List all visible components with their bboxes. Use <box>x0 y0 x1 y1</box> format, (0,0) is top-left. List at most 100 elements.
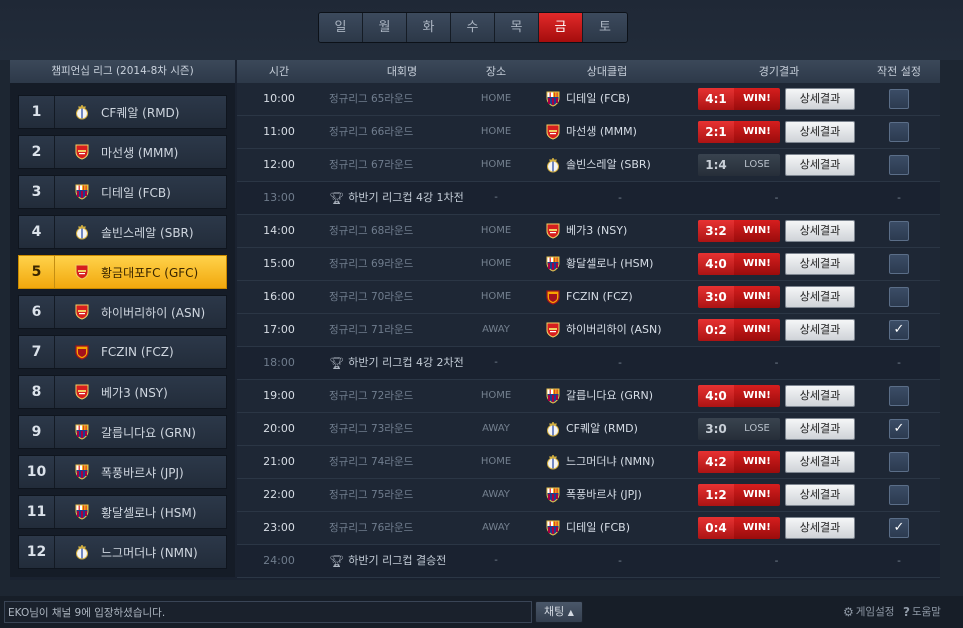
match-opponent: 느그머더냐 (NMN) <box>545 446 695 478</box>
match-competition: 정규리그 65라운드 <box>329 93 414 105</box>
tactics-checkbox[interactable] <box>889 89 909 109</box>
match-competition: 정규리그 75라운드 <box>329 489 414 501</box>
tactics-checkbox[interactable] <box>889 287 909 307</box>
standings-row[interactable]: 8 베가3 (NSY) <box>18 375 227 409</box>
day-tab[interactable]: 토 <box>583 13 627 42</box>
game-settings-link[interactable]: ⚙ 게임설정 <box>843 603 894 621</box>
chat-input[interactable] <box>4 601 532 623</box>
match-venue: HOME <box>480 159 512 170</box>
detail-result-button[interactable]: 상세결과 <box>785 385 855 407</box>
match-result: 0:4 WIN! <box>698 517 780 539</box>
tactics-checkbox[interactable] <box>889 386 909 406</box>
gear-icon: ⚙ <box>843 605 854 619</box>
standings-row[interactable]: 3 디테일 (FCB) <box>18 175 227 209</box>
match-competition: 정규리그 73라운드 <box>329 423 414 435</box>
standings-row[interactable]: 10 폭풍바르샤 (JPJ) <box>18 455 227 489</box>
standings-row[interactable]: 7 FCZIN (FCZ) <box>18 335 227 369</box>
tactics-checkbox[interactable] <box>889 485 909 505</box>
standings-rank: 11 <box>19 496 55 528</box>
match-score: 4:2 <box>698 451 734 473</box>
tactics-checkbox[interactable]: ✓ <box>889 419 909 439</box>
help-link[interactable]: ? 도움말 <box>903 603 941 621</box>
standings-row[interactable]: 12 느그머더냐 (NMN) <box>18 535 227 569</box>
tactics-checkbox[interactable]: ✓ <box>889 320 909 340</box>
day-tab[interactable]: 일 <box>319 13 363 42</box>
column-header-opponent: 상대클럽 <box>586 65 628 78</box>
tactics-checkbox[interactable]: ✓ <box>889 518 909 538</box>
detail-result-button[interactable]: 상세결과 <box>785 517 855 539</box>
match-time: 23:00 <box>263 521 295 534</box>
standings-row[interactable]: 1 CF퀘알 (RMD) <box>18 95 227 129</box>
standings-rank: 6 <box>19 296 55 328</box>
tactics-checkbox[interactable] <box>889 452 909 472</box>
barca-crest-icon <box>545 487 561 503</box>
match-row: 20:00 정규리그 73라운드 AWAY CF퀘알 (RMD) 3:0 LOSE 상세결과… <box>237 413 940 446</box>
standings-row[interactable]: 5 황금대포FC (GFC) <box>18 255 227 289</box>
barca-crest-icon <box>74 504 90 520</box>
day-tab[interactable]: 수 <box>451 13 495 42</box>
match-outcome: WIN! <box>743 126 771 137</box>
real-crest-icon <box>545 421 561 437</box>
detail-result-button[interactable]: 상세결과 <box>785 484 855 506</box>
match-venue: HOME <box>480 291 512 302</box>
day-tab[interactable]: 화 <box>407 13 451 42</box>
detail-result-button[interactable]: 상세결과 <box>785 253 855 275</box>
day-tab[interactable]: 월 <box>363 13 407 42</box>
arsenal-crest-icon <box>545 124 561 140</box>
detail-result-button[interactable]: 상세결과 <box>785 286 855 308</box>
match-competition: 정규리그 68라운드 <box>329 225 414 237</box>
day-tab[interactable]: 목 <box>495 13 539 42</box>
standings-team-name: CF퀘알 (RMD) <box>101 105 180 120</box>
standings-rank: 10 <box>19 456 55 488</box>
tactics-checkbox[interactable] <box>889 155 909 175</box>
match-time: 17:00 <box>263 323 295 336</box>
standings-row[interactable]: 9 갈릅니다요 (GRN) <box>18 415 227 449</box>
tactics-checkbox[interactable] <box>889 254 909 274</box>
day-tab[interactable]: 금 <box>539 13 583 42</box>
detail-result-button[interactable]: 상세결과 <box>785 121 855 143</box>
chat-button[interactable]: 채팅 ▲ <box>535 601 583 623</box>
match-score: 4:0 <box>698 253 734 275</box>
match-outcome: WIN! <box>743 489 771 500</box>
standings-row[interactable]: 4 솔빈스레알 (SBR) <box>18 215 227 249</box>
detail-result-button[interactable]: 상세결과 <box>785 418 855 440</box>
column-header-venue: 장소 <box>485 65 507 78</box>
opponent-name: 디테일 (FCB) <box>566 521 630 534</box>
match-row: 23:00 정규리그 76라운드 AWAY 디테일 (FCB) 0:4 WIN! 상세결과 ✓ <box>237 512 940 545</box>
match-time: 15:00 <box>263 257 295 270</box>
standings-rank: 3 <box>19 176 55 208</box>
standings-row[interactable]: 11 황달셀로나 (HSM) <box>18 495 227 529</box>
standings-team-name: 황달셀로나 (HSM) <box>101 505 197 520</box>
match-venue: HOME <box>480 225 512 236</box>
match-venue: HOME <box>480 93 512 104</box>
standings-row[interactable]: 2 마선생 (MMM) <box>18 135 227 169</box>
standings-row[interactable]: 6 하이버리하이 (ASN) <box>18 295 227 329</box>
match-competition: 정규리그 70라운드 <box>329 291 414 303</box>
detail-result-button[interactable]: 상세결과 <box>785 319 855 341</box>
detail-result-button[interactable]: 상세결과 <box>785 88 855 110</box>
opponent-name: 마선생 (MMM) <box>566 125 637 138</box>
match-result: 3:2 WIN! <box>698 220 780 242</box>
match-score: 3:0 <box>705 422 727 436</box>
match-time: 21:00 <box>263 455 295 468</box>
detail-result-button[interactable]: 상세결과 <box>785 220 855 242</box>
column-header-time: 시간 <box>268 65 290 78</box>
league-title: 챔피언십 리그 (2014-8차 시즌) <box>10 60 235 83</box>
standings-team-name: 마선생 (MMM) <box>101 145 179 160</box>
barca-crest-icon <box>545 520 561 536</box>
tactics-checkbox[interactable] <box>889 122 909 142</box>
gala-crest-icon <box>74 344 90 360</box>
match-outcome: WIN! <box>743 258 771 269</box>
tactics-checkbox[interactable] <box>889 221 909 241</box>
checkmark-icon: ✓ <box>893 322 905 337</box>
standings-rank: 1 <box>19 96 55 128</box>
game-settings-label: 게임설정 <box>855 606 895 618</box>
match-time: 13:00 <box>263 191 295 204</box>
detail-result-button[interactable]: 상세결과 <box>785 451 855 473</box>
cup-opponent: - <box>618 192 622 204</box>
arsenal-crest-icon <box>545 322 561 338</box>
match-score: 0:4 <box>698 517 734 539</box>
match-row: 14:00 정규리그 68라운드 HOME 베가3 (NSY) 3:2 WIN! 상세결과 <box>237 215 940 248</box>
match-score: 3:0 <box>698 286 734 308</box>
detail-result-button[interactable]: 상세결과 <box>785 154 855 176</box>
